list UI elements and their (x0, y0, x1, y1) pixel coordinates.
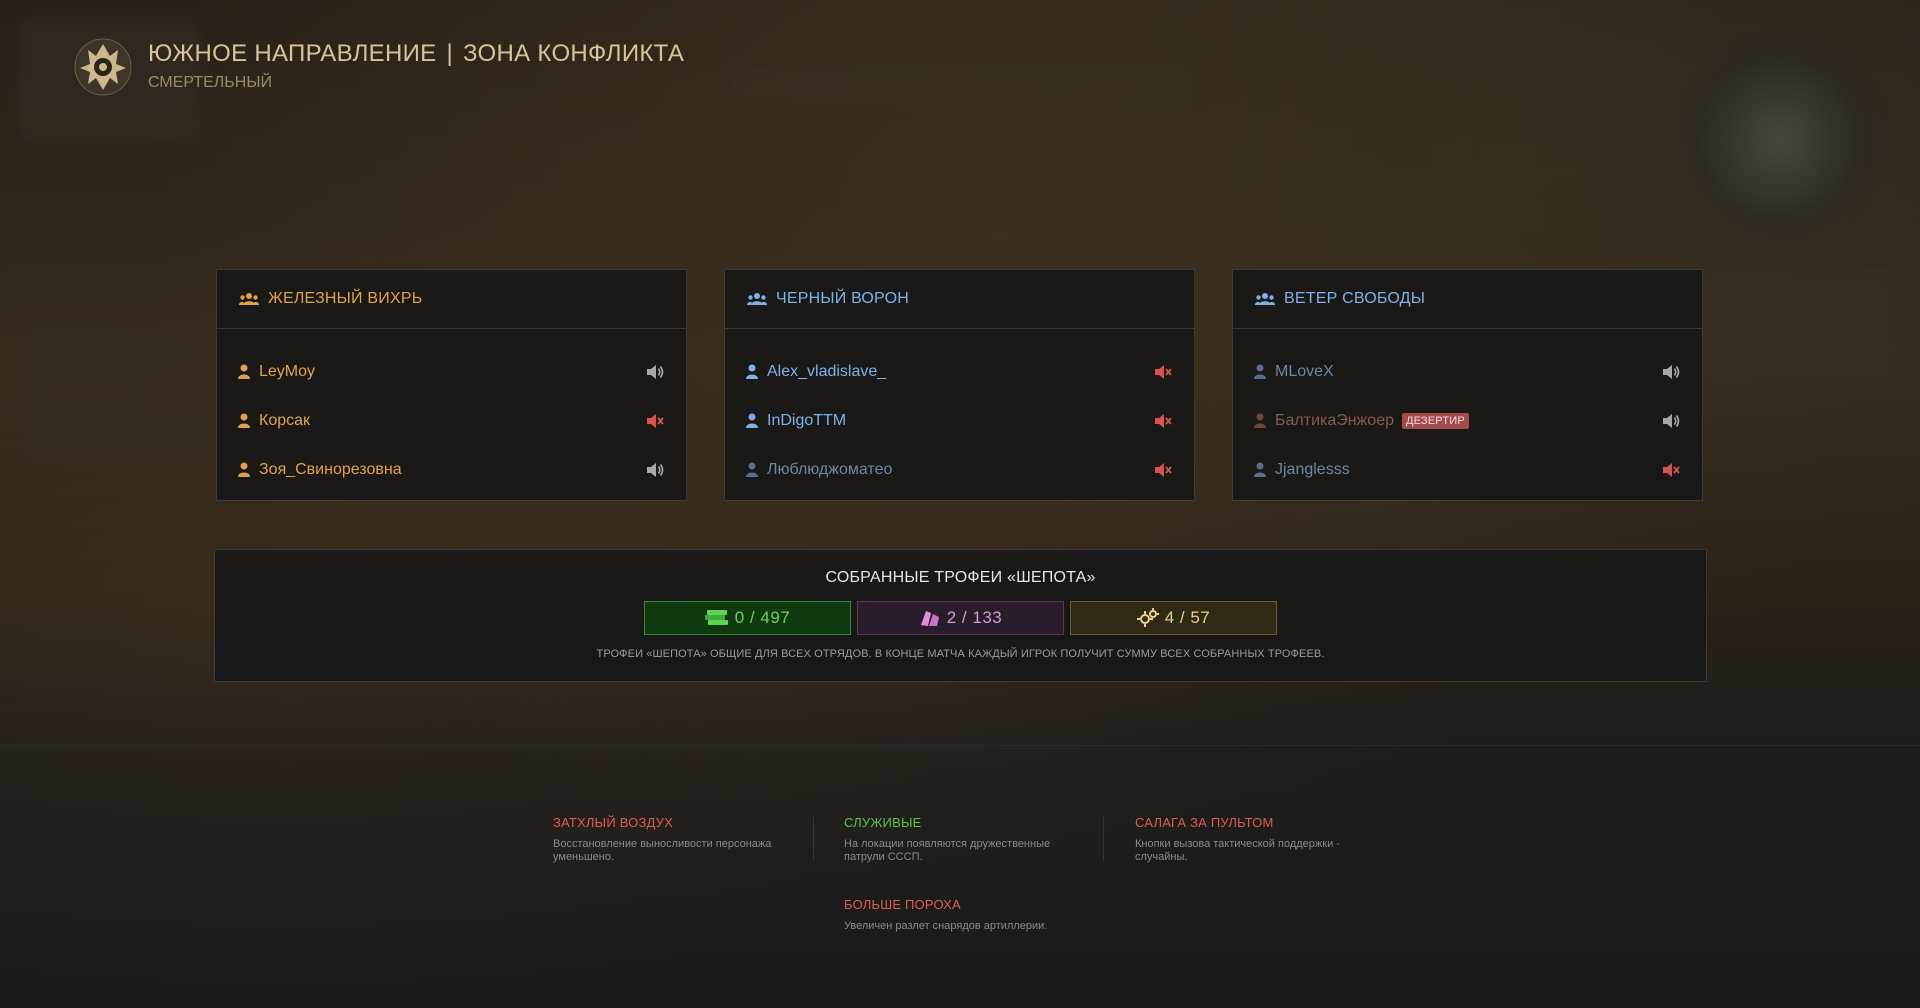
player-row[interactable]: InDigoTTM (725, 396, 1194, 445)
player-name: БалтикаЭнжоер (1275, 411, 1394, 429)
mode-name: ЗОНА КОНФЛИКТА (463, 40, 685, 67)
squad-name: ЧЕРНЫЙ ВОРОН (776, 290, 909, 307)
modifier-item: БОЛЬШЕ ПОРОХА Увеличен разлет снарядов а… (844, 897, 1089, 933)
modifier-description: Восстановление выносливости персонажа ум… (553, 838, 772, 863)
person-icon (746, 462, 758, 477)
player-list: LeyMoy Корсак Зоя_Свинорезовна (217, 329, 686, 494)
player-name: MLoveX (1275, 362, 1334, 380)
page-title: ЮЖНОЕ НАПРАВЛЕНИЕ | ЗОНА КОНФЛИКТА (148, 40, 684, 68)
minimap-backdrop (1680, 40, 1880, 240)
squad-header: ВЕТЕР СВОБОДЫ (1233, 270, 1702, 329)
squads-panel: ЖЕЛЕЗНЫЙ ВИХРЬ LeyMoy Корсак Зоя_Свиноре… (216, 269, 1703, 501)
squad-header: ЧЕРНЫЙ ВОРОН (725, 270, 1194, 329)
background-decoration (30, 330, 220, 460)
trophies-panel: СОБРАННЫЕ ТРОФЕИ «ШЕПОТА» 0 / 497 2 / 13… (214, 549, 1707, 682)
modifier-description: Кнопки вызова тактической поддержки - сл… (1135, 838, 1340, 863)
speaker-muted-icon[interactable] (1154, 364, 1172, 380)
squad-card: ЖЕЛЕЗНЫЙ ВИХРЬ LeyMoy Корсак Зоя_Свиноре… (216, 269, 687, 501)
plates-icon (920, 611, 939, 626)
person-icon (238, 364, 250, 379)
speaker-muted-icon[interactable] (1662, 462, 1680, 478)
player-row[interactable]: БалтикаЭнжоер ДЕЗЕРТИР (1233, 396, 1702, 445)
trophy-value: 0 / 497 (734, 608, 791, 627)
trophies-title: СОБРАННЫЕ ТРОФЕИ «ШЕПОТА» (825, 569, 1096, 586)
squad-name: ЖЕЛЕЗНЫЙ ВИХРЬ (268, 290, 423, 307)
person-icon (238, 462, 250, 477)
trophy-value: 2 / 133 (946, 608, 1003, 627)
trophies-note: ТРОФЕИ «ШЕПОТА» ОБЩИЕ ДЛЯ ВСЕХ ОТРЯДОВ. … (596, 648, 1325, 660)
person-icon (238, 413, 250, 428)
speaker-muted-icon[interactable] (1154, 462, 1172, 478)
title-separator: | (446, 40, 454, 67)
modifier-title: САЛАГА ЗА ПУЛЬТОМ (1135, 815, 1274, 830)
trophy-counter-cash: 0 / 497 (644, 601, 851, 635)
cash-stack-icon (704, 610, 728, 625)
speaker-muted-icon[interactable] (1154, 413, 1172, 429)
player-name: Jjanglesss (1275, 460, 1350, 478)
difficulty-label: СМЕРТЕЛЬНЫЙ (148, 74, 272, 91)
location-name: ЮЖНОЕ НАПРАВЛЕНИЕ (148, 40, 437, 67)
player-row[interactable]: LeyMoy (217, 347, 686, 396)
squad-header: ЖЕЛЕЗНЫЙ ВИХРЬ (217, 270, 686, 329)
group-icon (1255, 293, 1275, 305)
modifier-title: ЗАТХЛЫЙ ВОЗДУХ (553, 815, 673, 830)
player-row[interactable]: Зоя_Свинорезовна (217, 445, 686, 494)
player-list: Alex_vladislave_ InDigoTTM Люблюджоматео (725, 329, 1194, 494)
player-name: Alex_vladislave_ (767, 362, 887, 380)
speaker-icon[interactable] (646, 462, 664, 478)
section-divider (0, 745, 1920, 746)
player-list: MLoveX БалтикаЭнжоер ДЕЗЕРТИР Jjanglesss (1233, 329, 1702, 494)
group-icon (747, 293, 767, 305)
person-icon (746, 364, 758, 379)
background-decoration (1700, 270, 1900, 390)
speaker-muted-icon[interactable] (646, 413, 664, 429)
trophy-counters: 0 / 497 2 / 133 4 / 57 (215, 601, 1706, 635)
player-row[interactable]: Корсак (217, 396, 686, 445)
modifier-description: Увеличен разлет снарядов артиллерии. (844, 920, 1048, 932)
person-icon (1254, 462, 1266, 477)
modifier-item: ЗАТХЛЫЙ ВОЗДУХ Восстановление выносливос… (553, 815, 798, 864)
person-icon (1254, 364, 1266, 379)
modifier-item: САЛАГА ЗА ПУЛЬТОМ Кнопки вызова тактичес… (1135, 815, 1380, 864)
player-row[interactable]: MLoveX (1233, 347, 1702, 396)
trophy-counter-gears: 4 / 57 (1070, 601, 1277, 635)
speaker-icon[interactable] (646, 364, 664, 380)
modifier-description: На локации появляются дружественные патр… (844, 838, 1051, 863)
speaker-icon[interactable] (1662, 413, 1680, 429)
column-separator (1103, 815, 1104, 861)
faction-emblem-icon (74, 38, 132, 96)
player-row[interactable]: Люблюджоматео (725, 445, 1194, 494)
modifier-item: СЛУЖИВЫЕ На локации появляются дружестве… (844, 815, 1089, 864)
group-icon (239, 293, 259, 305)
modifier-title: БОЛЬШЕ ПОРОХА (844, 897, 961, 912)
player-name: Корсак (259, 411, 311, 429)
player-name: Люблюджоматео (767, 460, 893, 478)
player-row[interactable]: Alex_vladislave_ (725, 347, 1194, 396)
trophy-value: 4 / 57 (1164, 608, 1211, 627)
player-name: Зоя_Свинорезовна (259, 460, 402, 478)
mission-header: ЮЖНОЕ НАПРАВЛЕНИЕ | ЗОНА КОНФЛИКТА СМЕРТЕЛ… (72, 36, 684, 98)
person-icon (1254, 413, 1266, 428)
person-icon (746, 413, 758, 428)
squad-card: ЧЕРНЫЙ ВОРОН Alex_vladislave_ InDigoTTM … (724, 269, 1195, 501)
player-name: LeyMoy (259, 362, 316, 380)
background-decoration (730, 65, 1190, 105)
squad-name: ВЕТЕР СВОБОДЫ (1284, 290, 1426, 307)
player-row[interactable]: Jjanglesss (1233, 445, 1702, 494)
squad-card: ВЕТЕР СВОБОДЫ MLoveX БалтикаЭнжоер ДЕЗЕР… (1232, 269, 1703, 501)
gears-icon (1136, 608, 1159, 627)
player-name: InDigoTTM (767, 411, 847, 429)
trophy-counter-plates: 2 / 133 (857, 601, 1064, 635)
deserter-badge: ДЕЗЕРТИР (1401, 412, 1469, 429)
modifier-title: СЛУЖИВЫЕ (844, 815, 922, 830)
speaker-icon[interactable] (1662, 364, 1680, 380)
column-separator (813, 815, 814, 861)
